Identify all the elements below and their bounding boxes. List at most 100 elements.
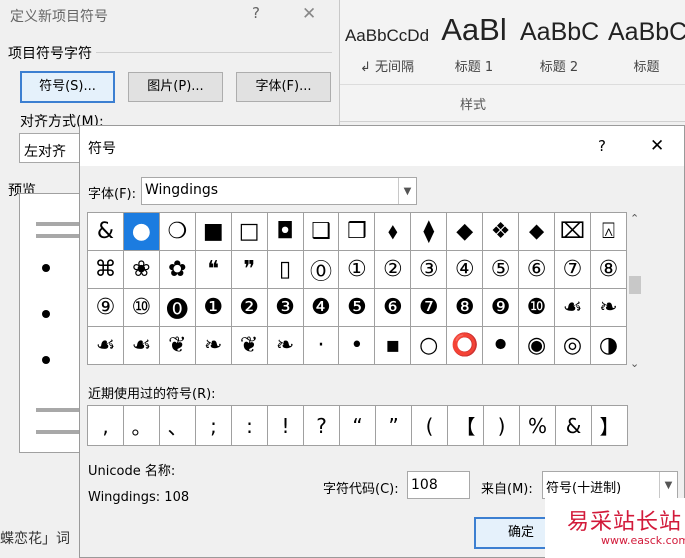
help-button[interactable]: ? (252, 4, 260, 22)
help-button[interactable]: ? (598, 137, 606, 155)
symbol-cell[interactable]: ○ (410, 326, 448, 365)
style-heading-1[interactable]: AaBl 标题 1 (432, 8, 516, 78)
symbol-cell[interactable]: ❿ (518, 288, 556, 327)
scroll-up-icon[interactable]: ⌃ (630, 212, 639, 225)
recent-symbol-cell[interactable]: 。 (123, 405, 160, 446)
symbol-cell[interactable]: ◘ (266, 212, 304, 251)
recent-symbol-cell[interactable]: “ (339, 405, 376, 446)
symbol-cell[interactable]: • (338, 326, 376, 365)
symbol-cell[interactable]: ❾ (482, 288, 520, 327)
symbol-cell[interactable]: ❑ (302, 212, 340, 251)
symbol-cell[interactable]: ❻ (374, 288, 412, 327)
symbol-cell[interactable]: ⑧ (589, 250, 627, 289)
font-button[interactable]: 字体(F)... (236, 72, 331, 102)
symbol-grid: & ● ❍ ■ □ ◘ ❑ ❒ ⬧ ⧫ ◆ ❖ ⬥ ⌧ ⍓ ⌘ ❀ ✿ ❝ ❞ ▯ ⓪ ① ② ③ ④ ⑤ ⑥ ⑦ ⑧ ⑨ ⑩ ⓿ ❶ ❷ ❸ ❹ ❺ ❻ ❼… (87, 212, 627, 365)
symbol-cell[interactable]: ❦ (158, 326, 196, 365)
scroll-thumb[interactable] (629, 276, 641, 294)
symbol-cell[interactable]: ⭕ (446, 326, 484, 365)
symbol-button[interactable]: 符号(S)... (20, 71, 115, 103)
symbol-cell[interactable]: ☙ (122, 326, 160, 365)
recent-symbol-cell[interactable]: ( (411, 405, 448, 446)
close-icon[interactable]: ✕ (650, 136, 664, 156)
recent-symbol-cell[interactable]: 【 (447, 405, 484, 446)
symbol-cell[interactable]: ❒ (338, 212, 376, 251)
symbol-cell[interactable]: ❸ (266, 288, 304, 327)
symbol-cell[interactable]: & (87, 212, 124, 251)
scrollbar[interactable]: ⌃ ⌄ (627, 212, 643, 370)
symbol-cell[interactable]: ❞ (230, 250, 268, 289)
symbol-cell[interactable]: ■ (194, 212, 232, 251)
symbol-cell[interactable]: ⑥ (518, 250, 556, 289)
symbol-cell[interactable]: ③ (410, 250, 448, 289)
symbol-cell[interactable]: ⌘ (87, 250, 124, 289)
symbol-cell[interactable]: ❦ (230, 326, 268, 365)
recent-symbol-cell[interactable]: 、 (159, 405, 196, 446)
symbol-cell[interactable]: ⍓ (589, 212, 627, 251)
symbol-cell[interactable]: ⑨ (87, 288, 124, 327)
symbol-cell[interactable]: ❀ (122, 250, 160, 289)
symbol-cell[interactable]: ❼ (410, 288, 448, 327)
symbol-cell[interactable]: ▯ (266, 250, 304, 289)
recent-symbol-cell[interactable]: ” (375, 405, 412, 446)
symbol-cell[interactable]: ⬥ (518, 212, 556, 251)
symbol-cell[interactable]: ⬧ (374, 212, 412, 251)
symbol-cell[interactable]: ❝ (194, 250, 232, 289)
symbol-cell[interactable]: ❹ (302, 288, 340, 327)
symbol-cell[interactable]: ⓿ (158, 288, 196, 327)
recent-symbol-cell[interactable]: , (87, 405, 124, 446)
chevron-down-icon[interactable]: ▼ (659, 472, 677, 498)
symbol-cell[interactable]: ⑤ (482, 250, 520, 289)
charcode-input[interactable]: 108 (407, 471, 470, 499)
style-no-spacing[interactable]: AaBbCcDd ↲ 无间隔 (344, 8, 430, 78)
chevron-down-icon[interactable]: ▼ (398, 178, 416, 204)
from-select[interactable]: 符号(十进制) ▼ (542, 471, 678, 499)
symbol-cell[interactable]: ▪ (374, 326, 412, 365)
style-name: 标题 2 (539, 60, 579, 75)
scroll-down-icon[interactable]: ⌄ (630, 357, 639, 370)
symbol-cell[interactable]: ❶ (194, 288, 232, 327)
symbol-cell[interactable]: ① (338, 250, 376, 289)
recent-symbol-cell[interactable]: ? (303, 405, 340, 446)
recent-symbol-cell[interactable]: ) (483, 405, 520, 446)
symbol-cell[interactable]: ⧫ (410, 212, 448, 251)
symbol-cell[interactable]: ⚫ (482, 326, 520, 365)
style-title[interactable]: AaBbC 标题 (608, 8, 685, 78)
symbol-cell[interactable]: ✿ (158, 250, 196, 289)
symbol-cell[interactable]: · (302, 326, 340, 365)
recent-symbol-cell[interactable]: : (231, 405, 268, 446)
symbol-cell[interactable]: ● (122, 212, 160, 251)
symbol-cell[interactable]: ❽ (446, 288, 484, 327)
symbol-cell[interactable]: ❺ (338, 288, 376, 327)
recent-symbol-cell[interactable]: ! (267, 405, 304, 446)
symbol-cell[interactable]: □ (230, 212, 268, 251)
symbol-cell[interactable]: ❖ (482, 212, 520, 251)
section-divider (96, 52, 332, 53)
symbol-cell[interactable]: ❧ (266, 326, 304, 365)
symbol-cell[interactable]: ② (374, 250, 412, 289)
recent-symbol-cell[interactable]: % (519, 405, 556, 446)
symbol-cell[interactable]: ◉ (518, 326, 556, 365)
style-heading-2[interactable]: AaBbC 标题 2 (520, 8, 598, 78)
symbol-cell[interactable]: ☙ (554, 288, 591, 327)
symbol-cell[interactable]: ❷ (230, 288, 268, 327)
symbol-cell[interactable]: ❧ (589, 288, 627, 327)
recent-symbol-cell[interactable]: ; (195, 405, 232, 446)
symbol-cell[interactable]: ❧ (194, 326, 232, 365)
symbol-cell[interactable]: ④ (446, 250, 484, 289)
symbol-cell[interactable]: ⑩ (122, 288, 160, 327)
close-icon[interactable]: ✕ (302, 4, 316, 24)
symbol-cell[interactable]: ☙ (87, 326, 124, 365)
symbol-cell[interactable]: ◑ (589, 326, 627, 365)
recent-grid-container: ,。、;:!? “”(【)% &】 (87, 405, 635, 449)
symbol-cell[interactable]: ❍ (158, 212, 196, 251)
symbol-cell[interactable]: ⌧ (554, 212, 591, 251)
symbol-cell[interactable]: ⓪ (302, 250, 340, 289)
style-preview: AaBbCcDd (344, 26, 430, 45)
font-select[interactable]: Wingdings ▼ (141, 177, 417, 205)
recent-symbol-cell[interactable]: & (555, 405, 592, 446)
symbol-cell[interactable]: ◆ (446, 212, 484, 251)
recent-symbol-cell[interactable]: 】 (591, 405, 628, 446)
symbol-cell[interactable]: ⑦ (554, 250, 591, 289)
symbol-cell[interactable]: ◎ (554, 326, 591, 365)
picture-button[interactable]: 图片(P)... (128, 72, 223, 102)
